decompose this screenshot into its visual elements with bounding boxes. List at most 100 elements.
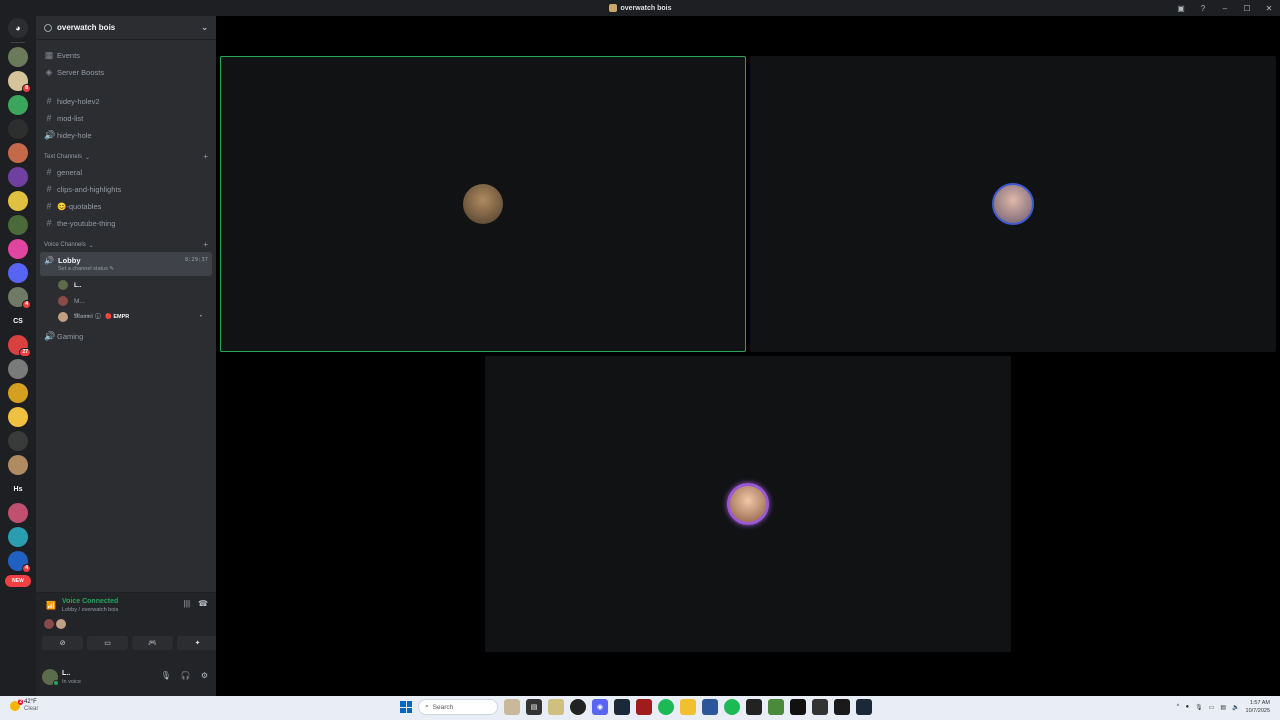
minecraft-icon[interactable] xyxy=(768,699,784,715)
signal-icon[interactable]: 📶 xyxy=(46,601,56,610)
participant-tile-2[interactable] xyxy=(750,56,1276,352)
server-3[interactable] xyxy=(8,95,28,115)
soundboard-icon: ✦ xyxy=(194,640,201,647)
voice-channels-category[interactable]: Voice Channels ⌄ + xyxy=(44,241,208,250)
server-13[interactable] xyxy=(8,359,28,379)
taskbar-app[interactable] xyxy=(658,699,674,715)
server-header[interactable]: overwatch bois ⌄ xyxy=(36,16,216,40)
microphone-icon[interactable]: 🎙 xyxy=(161,671,171,680)
discord-home[interactable]: ◕ xyxy=(8,18,28,38)
steam-icon[interactable] xyxy=(856,699,872,715)
server-19[interactable] xyxy=(8,527,28,547)
text-channel-item-3[interactable]: # the-youtube-thing xyxy=(40,216,212,230)
avatar xyxy=(58,280,68,290)
server-5[interactable] xyxy=(8,143,28,163)
camera-off-button[interactable]: ⊘ xyxy=(42,636,83,650)
taskbar-app[interactable] xyxy=(834,699,850,715)
display-icon[interactable]: ▭ xyxy=(1209,704,1215,711)
taskbar-app-widget[interactable] xyxy=(504,699,520,715)
microphone-icon[interactable]: 🎙 xyxy=(1195,704,1203,711)
participant-tile-3[interactable] xyxy=(485,356,1011,652)
network-icon[interactable]: ▤ xyxy=(1220,704,1226,711)
server-cs[interactable]: CS xyxy=(8,311,28,331)
server-16[interactable] xyxy=(8,431,28,451)
noise-suppression-icon[interactable]: ||| xyxy=(184,599,190,608)
taskbar-app[interactable] xyxy=(636,699,652,715)
voice-channel-gaming[interactable]: 🔊 Gaming xyxy=(40,329,212,343)
headphones-icon[interactable]: 🎧 xyxy=(181,671,191,680)
taskbar-app[interactable] xyxy=(702,699,718,715)
avatar xyxy=(58,312,68,322)
server-4[interactable] xyxy=(8,119,28,139)
channel-item-0[interactable]: # hidey-holev2 xyxy=(40,94,212,108)
channel-item-2[interactable]: 🔊 hidey-hole xyxy=(40,128,212,142)
server-icon xyxy=(608,4,617,12)
add-channel-icon[interactable]: + xyxy=(203,153,208,161)
voice-channel-lobby[interactable]: 🔊 Lobby Set a channel status ✎ 8:29:37 xyxy=(40,252,212,276)
username[interactable]: L.. xyxy=(62,670,70,677)
close-button[interactable]: ✕ xyxy=(1258,0,1280,16)
server-7[interactable] xyxy=(8,191,28,211)
voice-location[interactable]: Lobby / overwatch bois xyxy=(62,607,118,613)
server-14[interactable] xyxy=(8,383,28,403)
gear-icon[interactable]: ⚙ xyxy=(201,671,208,680)
server-9[interactable] xyxy=(8,239,28,259)
disconnect-icon[interactable]: ☎ xyxy=(198,599,208,608)
inbox-icon[interactable]: ▣ xyxy=(1170,0,1192,16)
discord-taskbar-icon[interactable]: ◉ xyxy=(592,699,608,715)
avatar[interactable] xyxy=(42,669,59,686)
maximize-button[interactable]: ☐ xyxy=(1236,0,1258,16)
events-item[interactable]: ▦ Events xyxy=(40,48,212,62)
server-6[interactable] xyxy=(8,167,28,187)
channel-item-1[interactable]: # mod-list xyxy=(40,111,212,125)
server-2[interactable]: 8 xyxy=(8,71,31,93)
taskbar-search[interactable]: ⌕ Search xyxy=(418,699,498,715)
task-view-icon[interactable]: ▤ xyxy=(526,699,542,715)
steam-taskbar-icon[interactable] xyxy=(614,699,630,715)
file-explorer-icon[interactable] xyxy=(680,699,696,715)
chevron-up-icon[interactable]: ^ xyxy=(1177,704,1180,710)
add-voice-channel-icon[interactable]: + xyxy=(203,241,208,249)
text-channel-item-1[interactable]: # clips-and-highlights xyxy=(40,182,212,196)
help-icon[interactable]: ? xyxy=(1192,0,1214,16)
soundboard-button[interactable]: ✦ xyxy=(177,636,218,650)
server-12[interactable]: 27 xyxy=(8,335,31,357)
new-pill[interactable]: NEW xyxy=(5,575,31,587)
server-17[interactable] xyxy=(8,455,28,475)
screen-share-button[interactable]: ▭ xyxy=(87,636,128,650)
server-boosts-item[interactable]: ◈ Server Boosts xyxy=(40,65,212,79)
channel-status[interactable]: Set a channel status ✎ xyxy=(58,266,114,272)
spotify-icon[interactable] xyxy=(724,699,740,715)
tray-app-icon[interactable]: ● xyxy=(1185,704,1189,710)
server-name: overwatch bois xyxy=(57,23,116,32)
clock[interactable]: 1:57 AM 10/7/2025 xyxy=(1246,699,1270,715)
volume-icon[interactable]: 🔈 xyxy=(1232,704,1239,711)
taskbar-app[interactable] xyxy=(790,699,806,715)
participant-tile-1[interactable] xyxy=(220,56,746,352)
server-15[interactable] xyxy=(8,407,28,427)
voice-user[interactable]: L.. xyxy=(58,278,208,292)
voice-connected-status[interactable]: Voice Connected xyxy=(62,598,118,605)
taskbar-app[interactable] xyxy=(548,699,564,715)
taskbar-app[interactable] xyxy=(812,699,828,715)
weather-widget[interactable]: 2 42°F Clear xyxy=(10,699,38,713)
server-20[interactable]: 4 xyxy=(8,551,31,573)
minimize-button[interactable]: – xyxy=(1214,0,1236,16)
text-channel-item-0[interactable]: # general xyxy=(40,165,212,179)
start-button[interactable] xyxy=(400,701,412,713)
participant-avatar xyxy=(727,483,769,525)
terminal-icon[interactable] xyxy=(746,699,762,715)
voice-user[interactable]: M... xyxy=(58,294,208,308)
server-1[interactable] xyxy=(8,47,28,67)
activity-button[interactable]: 🎮 xyxy=(132,636,173,650)
text-channels-category[interactable]: Text Channels ⌄ + xyxy=(44,153,208,162)
server-18[interactable] xyxy=(8,503,28,523)
server-10[interactable] xyxy=(8,263,28,283)
server-hs[interactable]: Hs xyxy=(8,479,28,499)
voice-user[interactable]: 𝕸𝖆𝖔𝖒𝖎 ① 🔴 EMPR • xyxy=(58,310,208,324)
server-8[interactable] xyxy=(8,215,28,235)
text-channel-item-2[interactable]: # 😊-quotables xyxy=(40,199,212,213)
taskbar-app[interactable] xyxy=(570,699,586,715)
chevron-down-icon[interactable]: ⌄ xyxy=(201,23,208,32)
server-11[interactable]: 4 xyxy=(8,287,31,309)
